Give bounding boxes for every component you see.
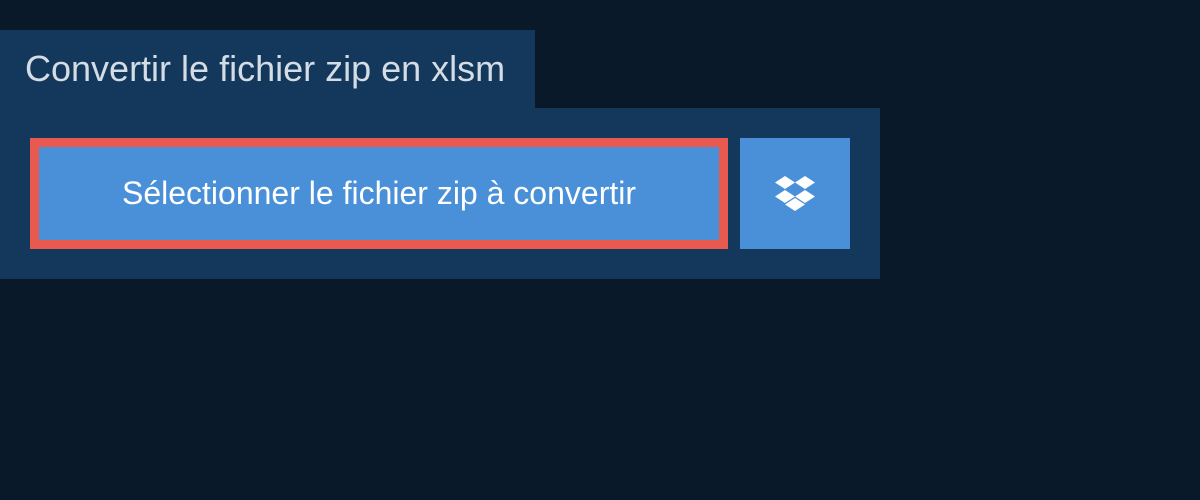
button-row: Sélectionner le fichier zip à convertir bbox=[30, 138, 850, 249]
upload-panel: Sélectionner le fichier zip à convertir bbox=[0, 108, 880, 279]
header-tab: Convertir le fichier zip en xlsm bbox=[0, 30, 535, 108]
dropbox-button[interactable] bbox=[740, 138, 850, 249]
dropbox-icon bbox=[775, 176, 815, 212]
page-title: Convertir le fichier zip en xlsm bbox=[25, 48, 505, 90]
select-file-button[interactable]: Sélectionner le fichier zip à convertir bbox=[30, 138, 728, 249]
